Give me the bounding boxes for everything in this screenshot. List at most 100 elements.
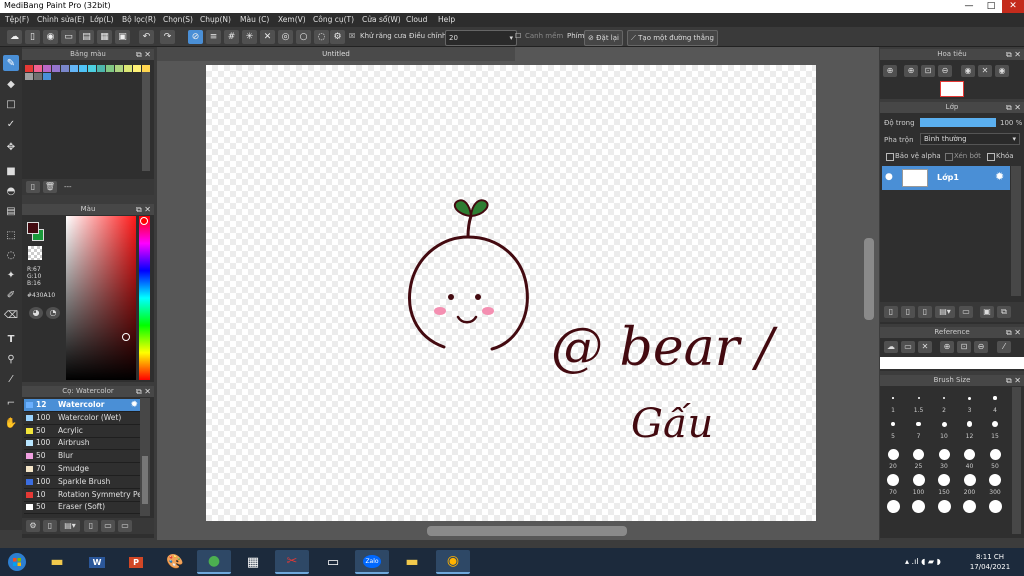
antialias-checkbox-icon[interactable]: ☒ <box>349 32 355 40</box>
brush-settings-gear-icon[interactable]: ✹ <box>130 399 138 411</box>
rectangle-tool-icon[interactable]: □ <box>3 96 19 112</box>
brush-size-dot[interactable] <box>963 474 976 486</box>
minimize-button[interactable]: — <box>958 0 980 13</box>
panel-close-icon[interactable]: ⧉ ✕ <box>136 204 151 215</box>
menu-tools[interactable]: Công cụ(T) <box>313 15 354 24</box>
palette-swatch[interactable] <box>70 65 78 72</box>
snipping-tool-icon[interactable]: ✂ <box>275 550 309 574</box>
snap-circle-icon[interactable]: ◎ <box>278 30 293 44</box>
calculator-icon[interactable]: ▦ <box>236 550 270 574</box>
brush-size-dot[interactable] <box>963 499 976 513</box>
brush-item[interactable]: 70 Smudge <box>24 463 140 476</box>
brush-item[interactable]: 50 Eraser (Soft) <box>24 501 140 515</box>
duplicate-layer-icon[interactable]: ▯ <box>918 306 932 318</box>
protect-alpha-checkbox[interactable] <box>886 153 894 161</box>
menu-color[interactable]: Màu (C) <box>240 15 269 24</box>
menu-layer[interactable]: Lớp(L) <box>90 15 114 24</box>
transparent-color-swatch[interactable] <box>28 246 42 260</box>
palette-swatch[interactable] <box>79 65 87 72</box>
brush-delete-icon[interactable]: ▭ <box>118 520 132 532</box>
move-tool-icon[interactable]: ✥ <box>3 139 19 155</box>
select-eraser-tool-icon[interactable]: ⌫ <box>3 307 19 323</box>
paint-icon[interactable]: 🎨 <box>158 550 192 574</box>
navigator-thumbnail[interactable] <box>940 81 964 97</box>
delete-palette-icon[interactable]: 🗑 <box>43 181 57 193</box>
menu-edit[interactable]: Chỉnh sửa(E) <box>37 15 85 24</box>
snap-cross-icon[interactable]: ✕ <box>260 30 275 44</box>
undo-icon[interactable]: ↶ <box>139 30 154 44</box>
brush-item[interactable]: 100 Sparkle Brush <box>24 476 140 489</box>
brush-item[interactable]: 10 Rotation Symmetry Per <box>24 489 140 502</box>
hand-tool-icon[interactable]: ✋ <box>3 415 19 431</box>
color-wheel-icon[interactable]: ◕ <box>29 307 43 319</box>
brush-scroll-thumb[interactable] <box>142 456 148 504</box>
brush-size-dot[interactable] <box>887 474 899 486</box>
rotate-right-icon[interactable]: ◉ <box>995 65 1009 77</box>
brush-size-dot[interactable] <box>989 448 1001 460</box>
snap-ellipse-icon[interactable]: ○ <box>296 30 311 44</box>
reset-button[interactable]: ⊘ Đặt lại <box>584 30 623 46</box>
correction-select[interactable]: 20 ▾ <box>445 30 517 46</box>
select-tool-icon[interactable]: ⬚ <box>3 227 19 243</box>
reference-close-icon[interactable]: ✕ <box>918 341 932 353</box>
open-file-icon[interactable]: ▭ <box>61 30 76 44</box>
lasso-tool-icon[interactable]: ◌ <box>3 247 19 263</box>
fullscreen-icon[interactable]: ✕ <box>978 65 992 77</box>
brush-size-dot[interactable] <box>912 499 925 513</box>
folder-icon[interactable]: ▬ <box>395 550 429 574</box>
reference-zoom-out-icon[interactable]: ⊖ <box>974 341 988 353</box>
menu-cloud[interactable]: Cloud <box>406 15 427 24</box>
drawing-paper[interactable]: @ bear / Gấu <box>206 65 816 521</box>
close-button[interactable]: ✕ <box>1002 0 1024 13</box>
tray-icons[interactable]: ▴ .ıl ◖ ▰ ◗ <box>905 557 941 566</box>
clipping-checkbox[interactable] <box>945 153 953 161</box>
save-icon[interactable]: ▤ <box>79 30 94 44</box>
hue-slider[interactable] <box>139 216 150 380</box>
brush-size-dot[interactable] <box>989 474 1001 486</box>
palette-swatch[interactable] <box>97 65 105 72</box>
brush-size-dot[interactable] <box>913 448 924 460</box>
hue-slider-handle[interactable] <box>140 217 148 225</box>
blend-mode-select[interactable]: Bình thường ▾ <box>920 133 1020 145</box>
zoom-out-icon[interactable]: ⊖ <box>938 65 952 77</box>
delete-layer-icon[interactable]: ⧉ <box>997 306 1011 318</box>
reference-preview[interactable] <box>880 357 1024 369</box>
canvas-tab[interactable]: Untitled <box>157 47 515 61</box>
opacity-slider[interactable] <box>920 118 996 127</box>
palette-swatch[interactable] <box>52 65 60 72</box>
palette-swatch[interactable] <box>34 73 42 80</box>
new-layer-alt-icon[interactable]: ▯ <box>901 306 915 318</box>
rotate-left-icon[interactable]: ◉ <box>961 65 975 77</box>
palette-swatch[interactable] <box>34 65 42 72</box>
layer-menu-icon[interactable]: ▤▾ <box>935 306 955 318</box>
zalo-icon[interactable]: Zalo <box>355 550 389 574</box>
layer-scrollbar[interactable] <box>1011 166 1021 296</box>
brush-size-dot[interactable] <box>938 448 950 460</box>
brush-size-dot[interactable] <box>887 448 899 460</box>
palette-swatch[interactable] <box>106 65 114 72</box>
brush-settings-icon[interactable]: ⚙ <box>26 520 40 532</box>
panel-close-icon[interactable]: ⧉ ✕ <box>1006 49 1021 60</box>
palette-swatch[interactable] <box>43 73 51 80</box>
maximize-button[interactable]: □ <box>980 0 1002 13</box>
snap-parallel-icon[interactable]: ≡ <box>206 30 221 44</box>
add-brush-icon[interactable]: ▯ <box>43 520 57 532</box>
palette-swatch[interactable] <box>142 65 150 72</box>
text-tool-icon[interactable]: T <box>3 331 19 347</box>
bucket-tool-icon[interactable]: ◓ <box>3 183 19 199</box>
brush-item[interactable]: 50 Blur <box>24 450 140 464</box>
new-file-icon[interactable]: ▯ <box>25 30 40 44</box>
export-icon[interactable]: ▦ <box>97 30 112 44</box>
brush-size-dot[interactable] <box>964 448 975 460</box>
fill-rect-tool-icon[interactable]: ■ <box>3 163 19 179</box>
menu-select[interactable]: Chọn(S) <box>163 15 193 24</box>
brush-item[interactable]: 100 Airbrush <box>24 437 140 451</box>
word-icon[interactable]: W <box>80 550 114 574</box>
brush-size-dot[interactable] <box>892 397 894 399</box>
monitor-icon[interactable]: ▭ <box>316 550 350 574</box>
clock[interactable]: 8:11 CH 17/04/2021 <box>965 552 1015 572</box>
dot-tool-icon[interactable]: ✓ <box>3 116 19 132</box>
palette-swatch[interactable] <box>25 73 33 80</box>
menu-window[interactable]: Cửa sổ(W) <box>362 15 401 24</box>
reference-open-icon[interactable]: ▭ <box>901 341 915 353</box>
